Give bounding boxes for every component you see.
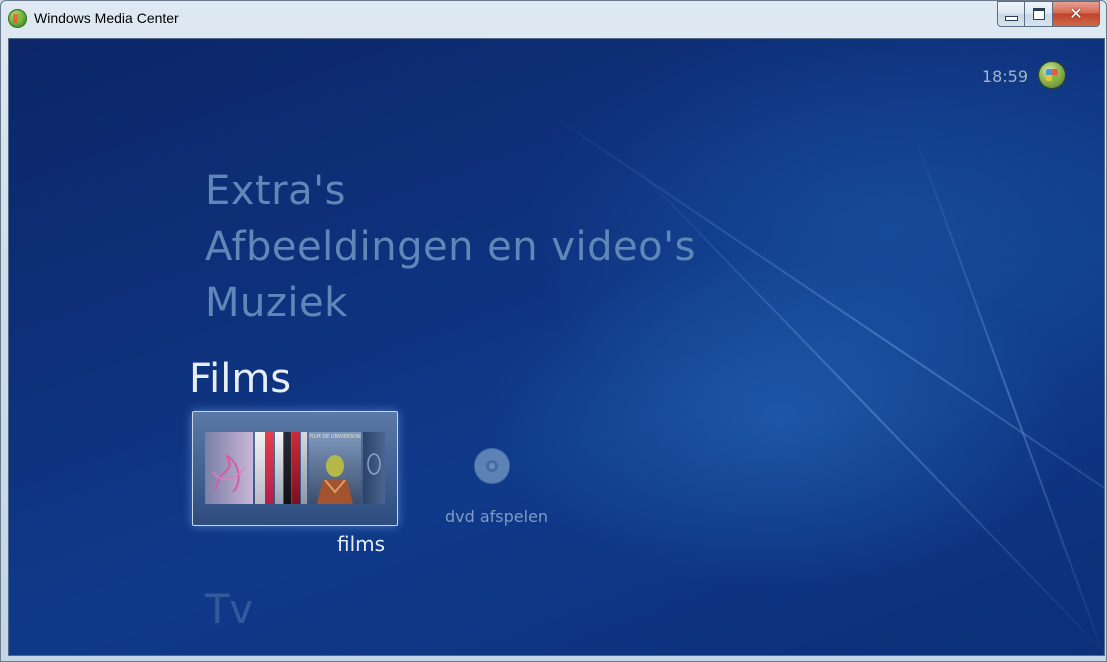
menu-item-afbeeldingen-en-videos[interactable]: Afbeeldingen en video's	[205, 224, 696, 270]
start-button[interactable]	[1038, 61, 1066, 89]
menu-item-muziek[interactable]: Muziek	[205, 280, 348, 326]
movie-spine	[255, 432, 265, 504]
media-center-canvas: 18:59 Extra's Afbeeldingen en video's Mu…	[8, 38, 1105, 656]
window-title: Windows Media Center	[34, 10, 179, 26]
movie-spine	[266, 432, 274, 504]
title-bar[interactable]: Windows Media Center ✕	[1, 1, 1106, 37]
movie-cover-art-icon	[317, 455, 353, 504]
background-light-streak	[628, 159, 1104, 655]
movie-cover: FILM DE UNIVERSON	[309, 432, 361, 504]
menu-item-tv[interactable]: Tv	[205, 587, 253, 633]
movie-spine	[275, 432, 283, 504]
movie-cover	[363, 432, 385, 504]
movie-spine	[292, 432, 300, 504]
menu-category-films[interactable]: Films	[189, 356, 291, 402]
background-light-streak	[528, 99, 1104, 605]
films-tile[interactable]: FILM DE UNIVERSON	[192, 411, 398, 526]
clock: 18:59	[981, 67, 1028, 86]
minimize-button[interactable]	[997, 1, 1025, 27]
movie-spine	[284, 432, 291, 504]
maximize-icon	[1032, 8, 1045, 20]
movie-cover	[205, 432, 253, 504]
movie-cover-art-icon	[367, 453, 381, 475]
background-light-streak	[908, 119, 1104, 655]
menu-item-extras[interactable]: Extra's	[205, 168, 346, 214]
dvd-icon[interactable]	[474, 448, 510, 484]
close-icon: ✕	[1069, 4, 1083, 23]
media-center-app-icon	[8, 9, 27, 28]
maximize-button[interactable]	[1025, 1, 1053, 27]
dvd-afspelen-label[interactable]: dvd afspelen	[445, 507, 548, 526]
close-button[interactable]: ✕	[1053, 1, 1100, 27]
minimize-icon	[1004, 15, 1018, 21]
movie-cover-shelf: FILM DE UNIVERSON	[205, 432, 385, 504]
films-tile-label: films	[337, 532, 386, 556]
media-center-window: Windows Media Center ✕ 18:59 Extra's Afb…	[0, 0, 1107, 662]
movie-cover-art-icon	[212, 453, 246, 493]
movie-spine	[301, 432, 307, 504]
movie-cover-title: FILM DE UNIVERSON	[309, 434, 361, 440]
window-controls: ✕	[997, 1, 1100, 27]
